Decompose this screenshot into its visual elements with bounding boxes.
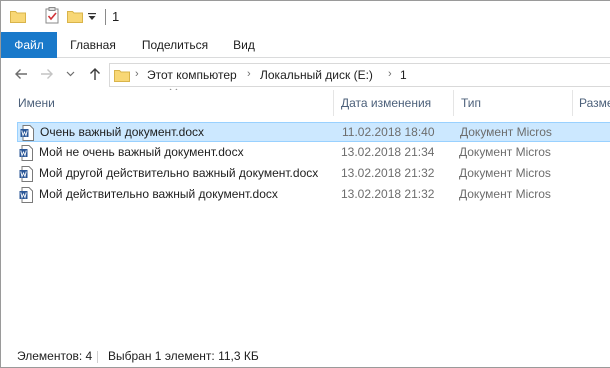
file-type: Документ Micros [459, 145, 551, 159]
breadcrumb-folder-1[interactable]: 1 [400, 68, 407, 82]
window-title: 1 [112, 9, 120, 24]
breadcrumb-local-disk[interactable]: Локальный диск (E:) [260, 68, 373, 82]
file-name: Мой не очень важный документ.docx [39, 145, 244, 159]
quick-access-dropdown-icon[interactable] [87, 12, 97, 21]
back-arrow-icon[interactable] [13, 66, 29, 82]
status-selection: Выбран 1 элемент: 11,3 КБ [108, 349, 259, 363]
address-bar[interactable]: › Этот компьютер › Локальный диск (E:) ›… [109, 63, 610, 87]
tab-share[interactable]: Поделиться [134, 32, 216, 58]
folder-icon [10, 11, 26, 23]
title-separator [105, 9, 106, 25]
file-name: Очень важный документ.docx [40, 125, 205, 139]
tab-file[interactable]: Файл [1, 32, 57, 58]
word-document-icon [19, 145, 33, 161]
file-name: Мой другой действительно важный документ… [39, 166, 319, 180]
new-folder-icon[interactable] [67, 10, 83, 23]
file-type: Документ Micros [460, 125, 552, 139]
file-date: 11.02.2018 18:40 [342, 125, 435, 139]
word-document-icon [20, 125, 34, 141]
file-row[interactable]: Мой другой действительно важный документ… [17, 164, 610, 184]
file-name: Мой действительно важный документ.docx [39, 187, 278, 201]
breadcrumb-arrow-icon[interactable]: › [135, 68, 139, 80]
column-header-date[interactable]: Дата изменения [341, 90, 449, 116]
status-items-count: Элементов: 4 [17, 349, 93, 363]
ribbon-tabs: Файл Главная Поделиться Вид [1, 32, 610, 58]
file-row[interactable]: Мой действительно важный документ.docx 1… [17, 185, 610, 205]
navigation-bar: › Этот компьютер › Локальный диск (E:) ›… [1, 58, 610, 90]
column-header-name[interactable]: Имени [18, 90, 318, 116]
word-document-icon [19, 166, 33, 182]
file-type: Документ Micros [459, 166, 551, 180]
status-separator [97, 351, 98, 363]
up-arrow-icon[interactable] [87, 66, 103, 82]
properties-icon[interactable] [45, 7, 59, 24]
column-header-size[interactable]: Разме [579, 90, 610, 116]
word-document-icon [19, 187, 33, 203]
file-row[interactable]: Очень важный документ.docx 11.02.2018 18… [17, 122, 610, 142]
breadcrumb-this-pc[interactable]: Этот компьютер [147, 68, 237, 82]
tab-home[interactable]: Главная [60, 32, 126, 58]
file-row[interactable]: Мой не очень важный документ.docx 13.02.… [17, 143, 610, 163]
file-date: 13.02.2018 21:34 [341, 145, 435, 159]
file-date: 13.02.2018 21:32 [341, 166, 435, 180]
breadcrumb-arrow-icon[interactable]: › [388, 68, 392, 80]
status-bar: Элементов: 4 Выбран 1 элемент: 11,3 КБ [1, 345, 610, 367]
file-type: Документ Micros [459, 187, 551, 201]
explorer-window: 1 Файл Главная Поделиться Вид › Этот ком… [0, 0, 610, 368]
column-divider[interactable] [453, 90, 454, 116]
forward-arrow-icon[interactable] [39, 66, 55, 82]
column-header-type[interactable]: Тип [461, 90, 561, 116]
tab-view[interactable]: Вид [223, 32, 265, 58]
recent-locations-chevron-icon[interactable] [66, 71, 75, 77]
breadcrumb-arrow-icon[interactable]: › [247, 68, 251, 80]
file-date: 13.02.2018 21:32 [341, 187, 435, 201]
column-divider[interactable] [572, 90, 573, 116]
title-bar: 1 [1, 1, 610, 32]
column-divider[interactable] [333, 90, 334, 116]
folder-icon [114, 70, 130, 82]
column-headers: Имени Дата изменения Тип Разме [1, 90, 610, 116]
